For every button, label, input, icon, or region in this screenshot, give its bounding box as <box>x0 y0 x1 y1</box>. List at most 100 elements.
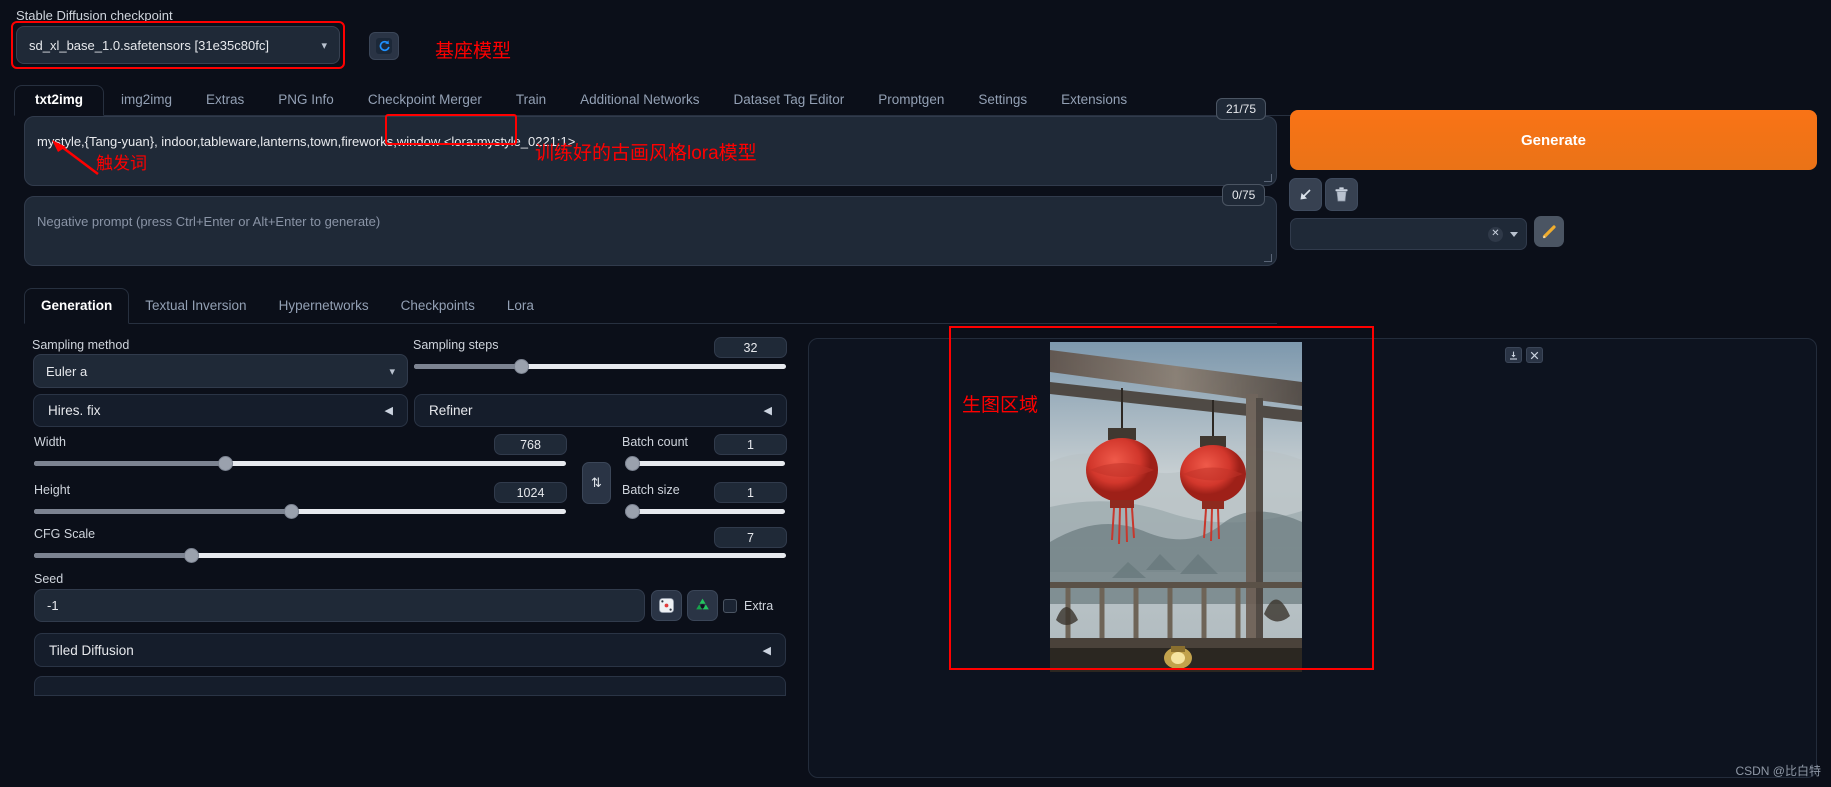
resize-grip-icon[interactable] <box>1264 254 1272 262</box>
close-image-button[interactable] <box>1526 347 1543 363</box>
tiled-diffusion-label: Tiled Diffusion <box>49 642 134 658</box>
slider-knob[interactable] <box>625 504 640 519</box>
collapse-caret-icon: ◀ <box>763 405 772 417</box>
slider-fill <box>34 509 293 514</box>
sampling-steps-slider[interactable] <box>414 359 786 374</box>
batch-size-slider[interactable] <box>625 504 785 519</box>
generated-artwork <box>1050 342 1302 672</box>
sampling-method-value: Euler a <box>46 363 88 379</box>
generation-tab-bar: Generation Textual Inversion Hypernetwor… <box>24 286 1277 324</box>
recycle-icon <box>696 598 709 610</box>
chevron-down-icon[interactable] <box>1510 231 1518 237</box>
checkpoint-label: Stable Diffusion checkpoint <box>16 8 173 23</box>
arrow-down-left-icon <box>1300 189 1311 200</box>
slider-fill <box>34 553 192 558</box>
resize-grip-icon[interactable] <box>1264 174 1272 182</box>
width-label: Width <box>34 435 66 449</box>
slider-knob[interactable] <box>625 456 640 471</box>
checkpoint-value: sd_xl_base_1.0.safetensors [31e35c80fc] <box>29 37 269 53</box>
tab-dataset-tag-editor[interactable]: Dataset Tag Editor <box>716 85 861 115</box>
sampling-method-select[interactable]: Euler a ▾ <box>33 354 408 388</box>
positive-token-counter: 21/75 <box>1216 98 1267 120</box>
next-accordion-partial[interactable] <box>34 676 786 696</box>
slider-knob[interactable] <box>217 456 233 471</box>
collapse-caret-icon: ◀ <box>762 644 771 657</box>
tab-settings[interactable]: Settings <box>961 85 1044 115</box>
close-icon <box>1530 351 1539 359</box>
refiner-accordion[interactable]: Refiner ◀ <box>414 394 787 427</box>
positive-prompt-text: mystyle,{Tang-yuan}, indoor,tableware,la… <box>37 134 575 149</box>
batch-count-slider[interactable] <box>625 456 785 471</box>
hires-fix-accordion[interactable]: Hires. fix ◀ <box>33 394 408 427</box>
batch-count-label: Batch count <box>622 435 689 449</box>
watermark: CSDN @比白特 <box>1735 764 1821 778</box>
generate-button[interactable]: Generate <box>1290 110 1817 170</box>
batch-count-value[interactable]: 1 <box>714 434 787 455</box>
tab-promptgen[interactable]: Promptgen <box>861 85 961 115</box>
height-label: Height <box>34 483 71 497</box>
seed-value: -1 <box>47 598 59 613</box>
tab-png-info[interactable]: PNG Info <box>261 85 351 115</box>
subtab-hypernetworks[interactable]: Hypernetworks <box>263 289 385 323</box>
styles-dropdown[interactable]: ✕ <box>1290 218 1527 250</box>
refresh-checkpoint-button[interactable] <box>369 32 399 60</box>
dice-icon <box>659 598 674 613</box>
height-value[interactable]: 1024 <box>494 482 567 503</box>
annotation-base-model: 基座模型 <box>435 41 512 62</box>
stable-diffusion-webui: Stable Diffusion checkpoint sd_xl_base_1… <box>0 0 1831 787</box>
slider-fill <box>34 461 226 466</box>
slider-knob[interactable] <box>184 548 200 563</box>
tiled-diffusion-accordion[interactable]: Tiled Diffusion ◀ <box>34 633 786 667</box>
tab-extras[interactable]: Extras <box>189 85 261 115</box>
generated-image[interactable] <box>1050 342 1302 672</box>
width-slider[interactable] <box>34 456 566 471</box>
hires-fix-label: Hires. fix <box>48 403 101 418</box>
negative-prompt-placeholder: Negative prompt (press Ctrl+Enter or Alt… <box>37 214 381 229</box>
cfg-scale-value[interactable]: 7 <box>714 527 787 548</box>
annotation-lora-model: 训练好的古画风格lora模型 <box>535 143 757 164</box>
output-gallery-panel <box>808 338 1817 778</box>
swap-dimensions-button[interactable]: ⇅ <box>582 462 611 504</box>
seed-label: Seed <box>34 572 64 586</box>
trash-icon <box>1335 186 1348 201</box>
swap-arrows-icon: ⇅ <box>591 475 602 490</box>
tab-train[interactable]: Train <box>499 85 563 115</box>
chevron-down-icon: ▾ <box>389 365 395 378</box>
annotation-gen-area: 生图区域 <box>962 395 1039 416</box>
negative-prompt-input[interactable]: Negative prompt (press Ctrl+Enter or Alt… <box>24 196 1277 266</box>
sampling-steps-value[interactable]: 32 <box>714 337 787 358</box>
cfg-scale-slider[interactable] <box>34 548 786 563</box>
extra-label: Extra <box>744 599 774 613</box>
collapse-caret-icon: ◀ <box>384 405 393 417</box>
checkpoint-select[interactable]: sd_xl_base_1.0.safetensors [31e35c80fc] … <box>16 26 340 64</box>
slider-knob[interactable] <box>514 359 530 374</box>
clear-styles-icon[interactable]: ✕ <box>1488 226 1503 242</box>
read-generation-params-button[interactable] <box>1289 178 1322 211</box>
clear-prompt-button[interactable] <box>1325 178 1358 211</box>
seed-input[interactable]: -1 <box>34 589 645 622</box>
tab-extensions[interactable]: Extensions <box>1044 85 1144 115</box>
pencil-icon <box>1542 225 1556 239</box>
download-image-button[interactable] <box>1505 347 1522 363</box>
tab-additional-networks[interactable]: Additional Networks <box>563 85 716 115</box>
batch-size-value[interactable]: 1 <box>714 482 787 503</box>
subtab-checkpoints[interactable]: Checkpoints <box>385 289 491 323</box>
subtab-lora[interactable]: Lora <box>491 289 550 323</box>
subtab-generation[interactable]: Generation <box>24 288 130 324</box>
edit-styles-button[interactable] <box>1534 216 1564 247</box>
random-seed-button[interactable] <box>651 590 682 621</box>
slider-knob[interactable] <box>284 504 300 519</box>
width-value[interactable]: 768 <box>494 434 567 455</box>
extra-seed-checkbox[interactable] <box>723 599 737 613</box>
tab-txt2img[interactable]: txt2img <box>14 85 105 116</box>
tab-img2img[interactable]: img2img <box>104 85 189 115</box>
height-slider[interactable] <box>34 504 566 519</box>
refresh-icon <box>376 38 392 54</box>
sampling-method-label: Sampling method <box>32 338 130 352</box>
reuse-seed-button[interactable] <box>687 590 718 621</box>
negative-token-counter: 0/75 <box>1222 184 1266 206</box>
slider-fill <box>414 364 526 369</box>
tab-checkpoint-merger[interactable]: Checkpoint Merger <box>351 85 499 115</box>
sampling-steps-label: Sampling steps <box>413 338 499 352</box>
subtab-textual-inversion[interactable]: Textual Inversion <box>129 289 262 323</box>
